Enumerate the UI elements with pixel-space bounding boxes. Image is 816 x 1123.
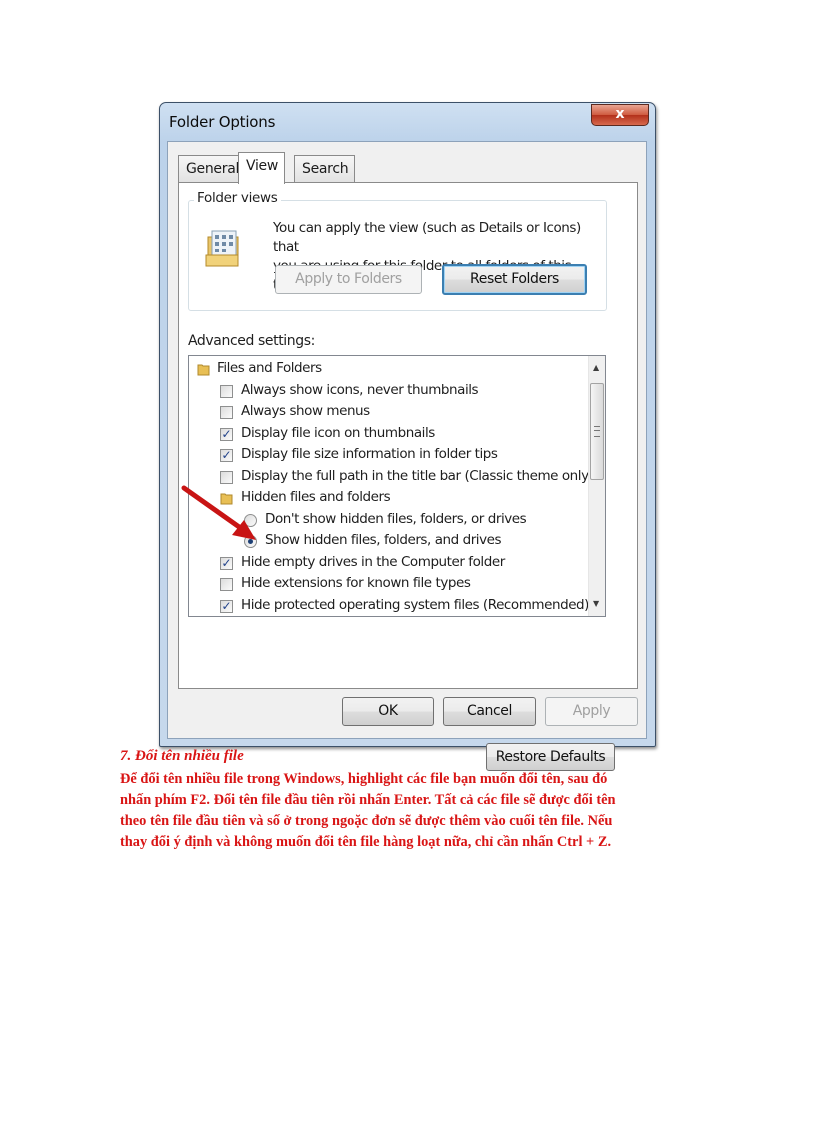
- tree-item-hide-extensions[interactable]: Hide extensions for known file types: [241, 573, 471, 594]
- restore-defaults-button[interactable]: Restore Defaults: [486, 743, 615, 771]
- body-line: thay đổi ý định và không muốn đổi tên fi…: [120, 834, 612, 850]
- folder-options-dialog: Folder Options x General View Search Fol…: [159, 102, 656, 771]
- folder-views-group: Folder views You can apply the view (suc…: [188, 190, 607, 311]
- tree-item-display-full-path[interactable]: Display the full path in the title bar (…: [241, 466, 594, 487]
- tab-search[interactable]: Search: [294, 155, 356, 182]
- tree-item-show-hidden[interactable]: Show hidden files, folders, and drives: [265, 530, 502, 551]
- tree-item-always-show-menus[interactable]: Always show menus: [241, 401, 370, 422]
- checkbox-hide-empty-drives[interactable]: ✓: [220, 557, 233, 570]
- dialog-client-area: General View Search Folder views You can…: [167, 141, 647, 771]
- tree-item-display-file-size[interactable]: Display file size information in folder …: [241, 444, 498, 465]
- scrollbar-thumb[interactable]: [590, 383, 604, 480]
- tab-general[interactable]: General: [178, 155, 247, 182]
- tab-view[interactable]: View: [238, 152, 286, 184]
- tree-item-display-file-icon[interactable]: Display file icon on thumbnails: [241, 423, 435, 444]
- checkbox-hide-extensions[interactable]: [220, 578, 233, 591]
- dialog-title: Folder Options: [169, 113, 276, 131]
- checkbox-display-file-icon[interactable]: ✓: [220, 428, 233, 441]
- body-line: Để đổi tên nhiều file trong Windows, hig…: [120, 771, 608, 787]
- section-body: Để đổi tên nhiều file trong Windows, hig…: [120, 769, 700, 853]
- ok-button[interactable]: OK: [342, 697, 434, 726]
- scroll-up-arrow-icon[interactable]: ▲: [593, 363, 599, 372]
- tree-item-hide-empty-drives[interactable]: Hide empty drives in the Computer folder: [241, 552, 505, 573]
- tree-item-files-and-folders[interactable]: Files and Folders: [217, 358, 322, 379]
- checkbox-display-file-size[interactable]: ✓: [220, 449, 233, 462]
- dialog-titlebar: Folder Options x: [160, 103, 655, 141]
- body-line: nhấn phím F2. Đổi tên file đầu tiên rồi …: [120, 792, 616, 808]
- close-button[interactable]: x: [591, 104, 649, 126]
- tree-scrollbar[interactable]: ▲ ▼: [588, 356, 605, 616]
- folder-icon: [197, 364, 210, 376]
- folder-views-text-line1: You can apply the view (such as Details …: [273, 220, 581, 255]
- checkbox-always-show-menus[interactable]: [220, 406, 233, 419]
- section-heading: 7. Đổi tên nhiều file: [120, 748, 244, 764]
- red-arrow-annotation-icon: [181, 485, 256, 540]
- check-mark-icon: ✓: [221, 427, 232, 441]
- apply-to-folders-button[interactable]: Apply to Folders: [275, 265, 422, 294]
- scrollbar-grip-icon: [594, 426, 600, 437]
- checkbox-hide-protected-files[interactable]: ✓: [220, 600, 233, 613]
- check-mark-icon: ✓: [221, 448, 232, 462]
- tree-item-hide-protected-files[interactable]: Hide protected operating system files (R…: [241, 595, 589, 616]
- tree-item-always-show-icons[interactable]: Always show icons, never thumbnails: [241, 380, 479, 401]
- tree-item-dont-show-hidden[interactable]: Don't show hidden files, folders, or dri…: [265, 509, 527, 530]
- advanced-settings-label: Advanced settings:: [188, 333, 315, 349]
- apply-button[interactable]: Apply: [545, 697, 638, 726]
- folder-views-title: Folder views: [194, 190, 281, 206]
- body-line: theo tên file đầu tiên và số ở trong ngo…: [120, 813, 613, 829]
- check-mark-icon: ✓: [221, 599, 232, 613]
- checkbox-always-show-icons[interactable]: [220, 385, 233, 398]
- reset-folders-button[interactable]: Reset Folders: [442, 264, 587, 295]
- folder-view-icon: [205, 230, 239, 267]
- scroll-down-arrow-icon[interactable]: ▼: [593, 599, 599, 608]
- cancel-button[interactable]: Cancel: [443, 697, 536, 726]
- close-icon: x: [615, 106, 625, 122]
- check-mark-icon: ✓: [221, 556, 232, 570]
